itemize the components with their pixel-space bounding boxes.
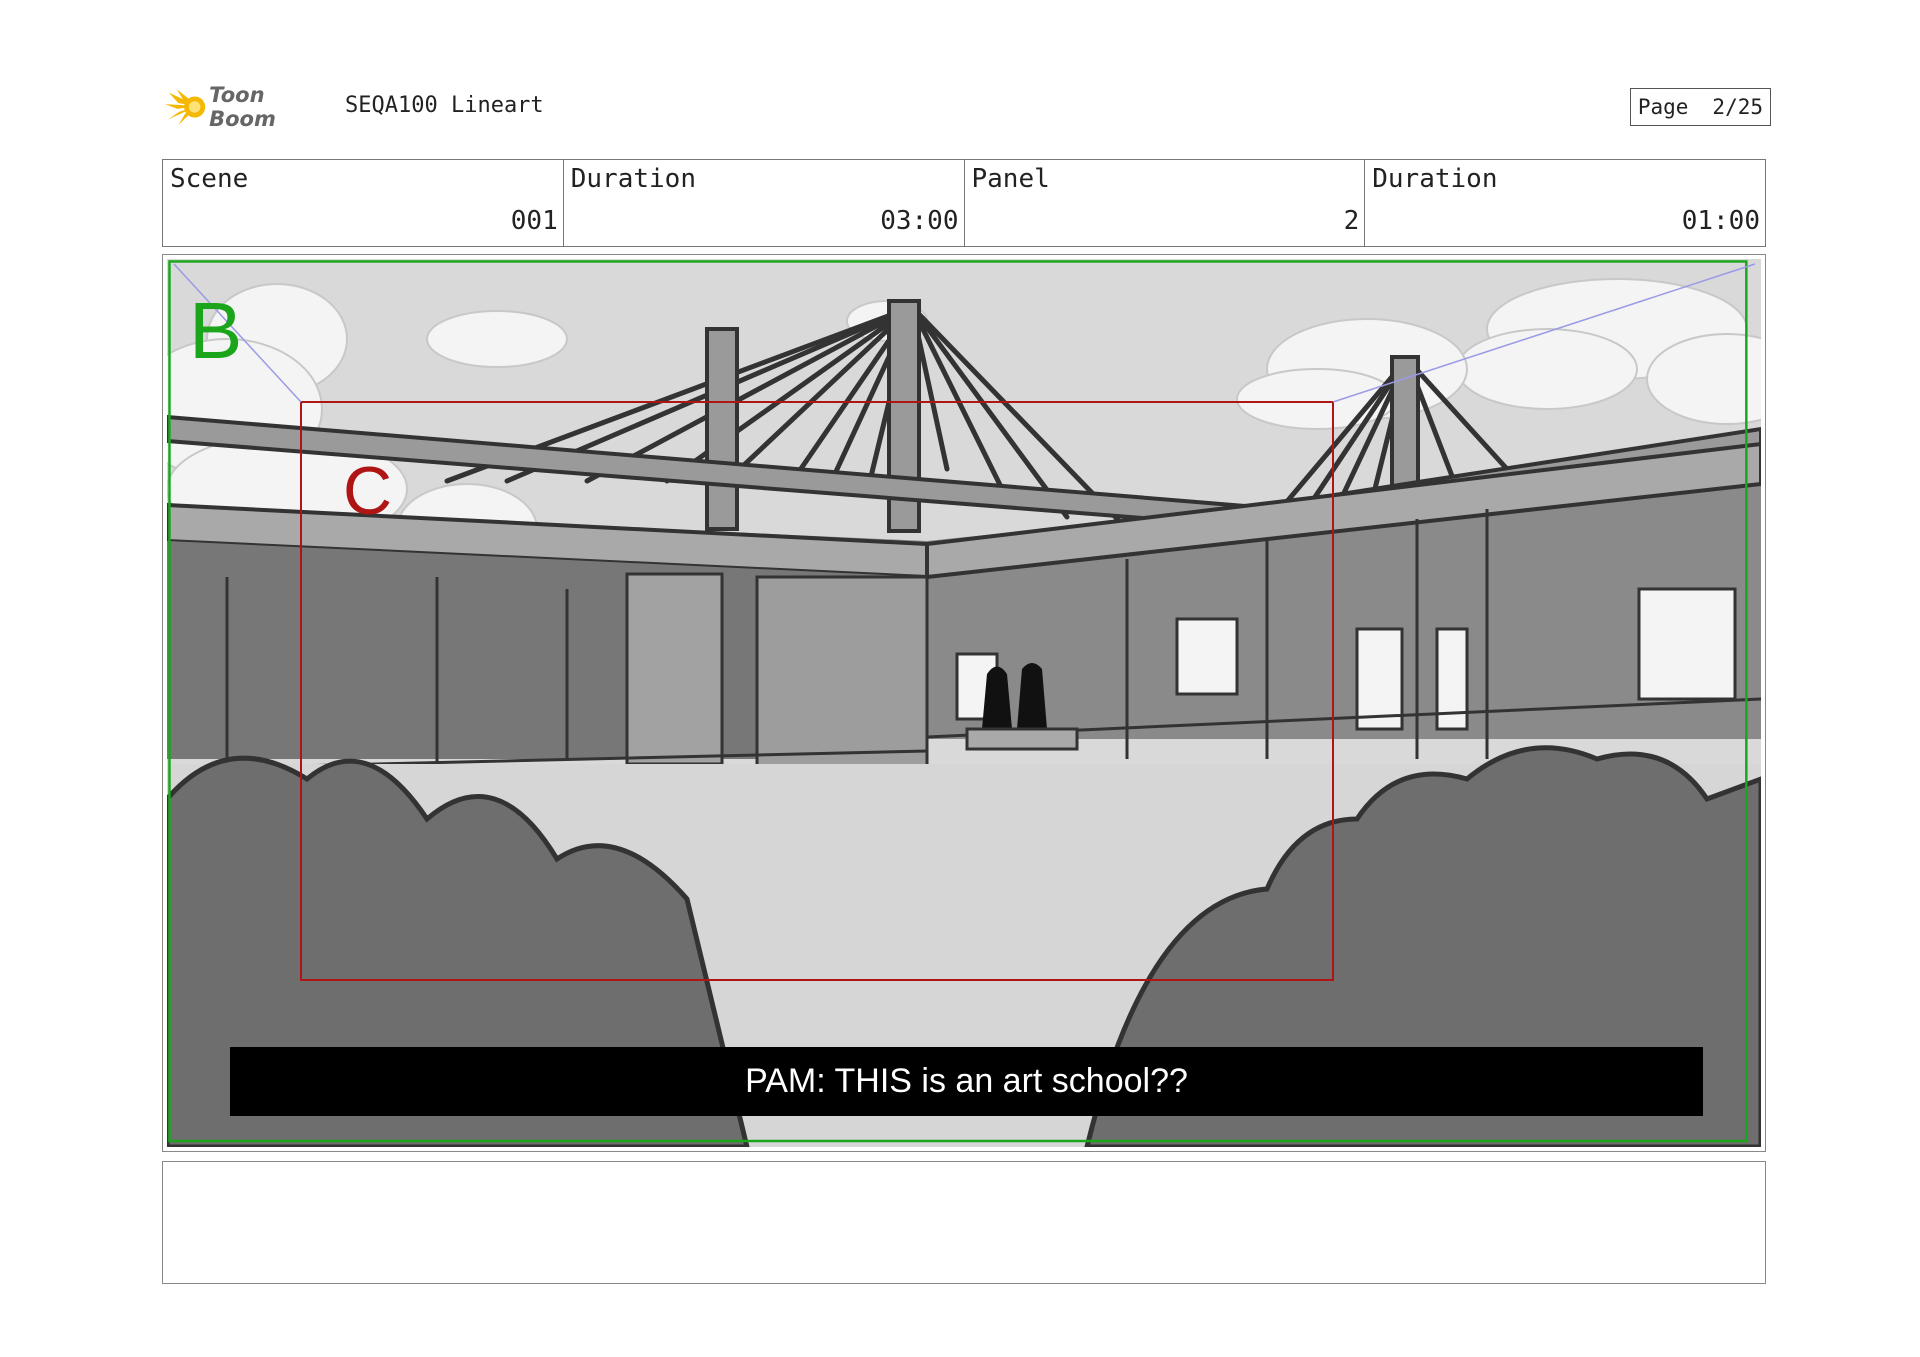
panel-duration-cell: Duration 01:00: [1365, 160, 1765, 246]
dialogue-caption: PAM: THIS is an art school??: [745, 1062, 1188, 1100]
scene-duration-cell: Duration 03:00: [564, 160, 965, 246]
page-label: Page: [1637, 95, 1689, 119]
scene-duration-label: Duration: [570, 164, 696, 194]
school-courtyard-sketch: [167, 259, 1761, 1147]
brand-name: Toon Boom: [209, 83, 276, 131]
toon-boom-logo: Toon Boom: [165, 83, 333, 131]
notes-box[interactable]: [162, 1161, 1766, 1284]
panel-duration-value: 01:00: [1681, 206, 1760, 236]
scene-value: 001: [510, 206, 558, 236]
dialogue-caption-bar: PAM: THIS is an art school??: [230, 1047, 1703, 1116]
panel-duration-label: Duration: [1372, 164, 1498, 194]
scene-label: Scene: [170, 164, 249, 194]
panel-cell: Panel 2: [965, 160, 1366, 246]
page-indicator: Page 2/25: [1629, 88, 1771, 126]
field-b-label: B: [189, 286, 243, 375]
panel-artwork: [167, 259, 1761, 1147]
panel-value: 2: [1343, 206, 1360, 236]
panel-info-table: Scene 001 Duration 03:00 Panel 2 Duratio…: [162, 159, 1766, 247]
storyboard-panel: B C PAM: THIS is an art school??: [162, 254, 1766, 1152]
scene-cell: Scene 001: [163, 160, 564, 246]
sunburst-icon: [165, 88, 206, 126]
page-number: 2/25: [1712, 95, 1763, 119]
panel-label: Panel: [971, 164, 1050, 194]
field-c-label: C: [343, 453, 393, 529]
page-header: Toon Boom SEQA100 Lineart Page 2/25: [165, 83, 1771, 131]
scene-duration-value: 03:00: [880, 206, 959, 236]
project-title: SEQA100 Lineart: [345, 93, 544, 118]
